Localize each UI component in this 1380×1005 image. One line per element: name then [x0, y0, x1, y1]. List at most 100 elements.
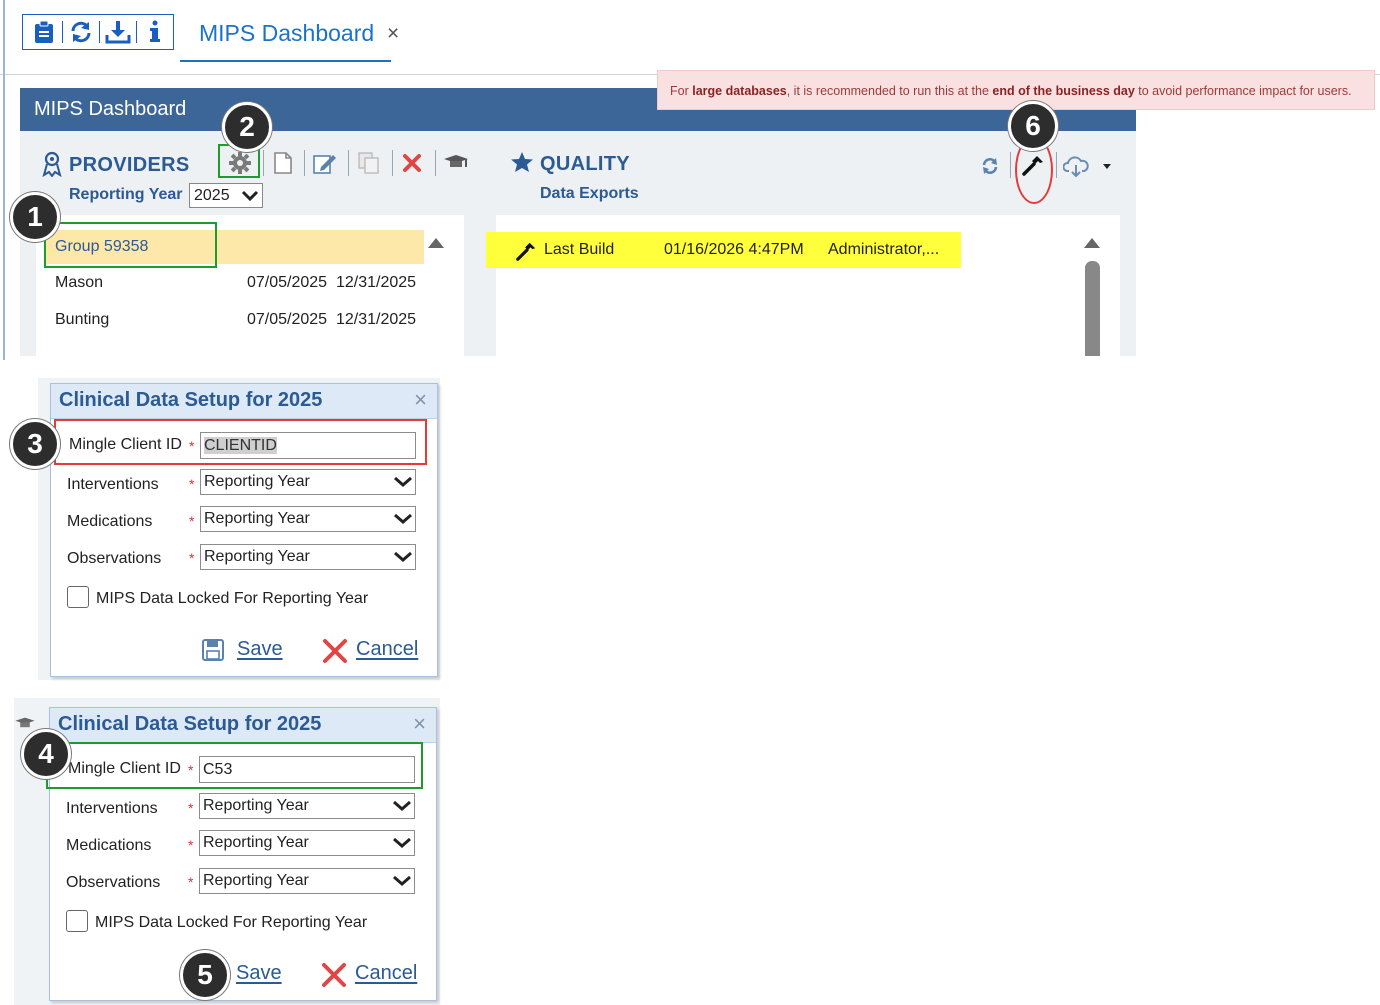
observations-select[interactable]: Reporting Year — [200, 544, 416, 570]
toolbar-separator — [435, 150, 436, 176]
exports-scroll-up[interactable] — [1084, 238, 1100, 248]
close-icon[interactable]: × — [414, 387, 427, 413]
chevron-down-icon — [393, 546, 413, 574]
required-mark: * — [189, 550, 195, 566]
medications-select[interactable]: Reporting Year — [199, 830, 415, 856]
export-row-last-build[interactable]: Last Build 01/16/2026 4:47PM Administrat… — [486, 232, 961, 268]
dropdown-caret[interactable] — [1094, 153, 1120, 179]
chevron-down-icon — [392, 870, 412, 898]
toolbar-separator — [348, 150, 349, 176]
delete-button[interactable] — [399, 150, 425, 176]
dialog-title: Clinical Data Setup for 2025 — [59, 389, 323, 411]
chevron-down-icon — [392, 832, 412, 860]
info-icon[interactable] — [140, 18, 170, 46]
mips-locked-checkbox[interactable] — [66, 910, 88, 932]
cloud-download-button[interactable] — [1063, 153, 1089, 179]
required-mark: * — [189, 476, 195, 492]
mips-locked-label: MIPS Data Locked For Reporting Year — [96, 590, 369, 607]
data-exports-label: Data Exports — [540, 185, 639, 202]
dialog-title: Clinical Data Setup for 2025 — [58, 713, 322, 735]
chevron-down-icon — [241, 185, 259, 212]
cloud-download-icon — [1063, 156, 1089, 178]
reporting-year-label: Reporting Year — [69, 186, 183, 203]
callout-box-client-id-filled — [46, 742, 423, 789]
dashboard-title: MIPS Dashboard — [34, 98, 187, 120]
toolbar-separator — [62, 21, 63, 43]
medications-select[interactable]: Reporting Year — [200, 506, 416, 532]
close-icon[interactable]: × — [413, 711, 426, 737]
chevron-down-icon — [393, 508, 413, 536]
interventions-select[interactable]: Reporting Year — [200, 469, 416, 495]
star-icon — [510, 151, 534, 178]
toolbar-separator — [304, 150, 305, 176]
reporting-year-value: 2025 — [194, 187, 230, 204]
graduation-cap-icon — [444, 155, 468, 167]
required-mark: * — [188, 874, 194, 890]
chevron-down-icon — [392, 795, 412, 823]
dialog-header: Clinical Data Setup for 2025 × — [50, 708, 436, 743]
save-icon — [202, 639, 224, 666]
callout-badge-4: 4 — [21, 729, 71, 779]
callout-badge-5: 5 — [180, 950, 230, 1000]
left-border — [3, 0, 5, 360]
save-button[interactable]: Save — [236, 962, 282, 985]
copy-icon — [358, 152, 379, 174]
mips-locked-label: MIPS Data Locked For Reporting Year — [95, 914, 368, 931]
dialog-header: Clinical Data Setup for 2025 × — [51, 384, 437, 419]
observations-label: Observations — [66, 874, 161, 891]
providers-title: PROVIDERS — [69, 154, 190, 176]
save-button[interactable]: Save — [237, 638, 283, 661]
toolbar-separator — [263, 150, 264, 176]
reporting-year-select[interactable]: 2025 — [189, 183, 263, 208]
required-mark: * — [188, 837, 194, 853]
observations-select[interactable]: Reporting Year — [199, 868, 415, 894]
callout-box-group-row — [44, 222, 217, 268]
clipboard-icon[interactable] — [29, 18, 59, 46]
providers-scroll-up[interactable] — [428, 238, 444, 248]
mips-locked-checkbox[interactable] — [67, 586, 89, 608]
cancel-icon — [321, 962, 347, 993]
new-document-button[interactable] — [270, 150, 296, 176]
sync-icon — [982, 158, 998, 174]
sync-button[interactable] — [977, 153, 1003, 179]
callout-badge-3: 3 — [10, 419, 60, 469]
interventions-select[interactable]: Reporting Year — [199, 793, 415, 819]
graduation-button[interactable] — [443, 150, 469, 176]
toolbar-separator — [99, 21, 100, 43]
caret-down-icon — [1103, 164, 1111, 169]
copy-button[interactable] — [356, 150, 382, 176]
medications-label: Medications — [67, 513, 153, 530]
provider-row[interactable]: Bunting 07/05/2025 12/31/2025 — [44, 303, 424, 337]
toolbar-separator — [136, 21, 137, 43]
download-icon[interactable] — [103, 18, 133, 46]
toolbar-separator — [1010, 152, 1011, 178]
hammer-icon — [514, 240, 538, 276]
required-mark: * — [189, 513, 195, 529]
delete-icon — [403, 154, 421, 172]
callout-badge-1: 1 — [10, 192, 60, 242]
callout-box-client-id-empty — [54, 419, 427, 465]
refresh-icon[interactable] — [66, 18, 96, 46]
cancel-icon — [322, 638, 348, 669]
edit-button[interactable] — [312, 150, 338, 176]
cancel-button[interactable]: Cancel — [356, 638, 418, 661]
tab-mips-dashboard[interactable]: MIPS Dashboard × — [180, 14, 399, 62]
callout-badge-2: 2 — [222, 102, 272, 152]
exports-scrollbar-thumb[interactable] — [1085, 261, 1100, 356]
document-icon — [274, 152, 292, 174]
interventions-label: Interventions — [67, 476, 159, 493]
tab-close-button[interactable]: × — [387, 22, 399, 46]
edit-icon — [313, 155, 336, 174]
cancel-button[interactable]: Cancel — [355, 962, 417, 985]
main-toolbar — [22, 14, 174, 50]
tab-title: MIPS Dashboard — [199, 20, 375, 46]
interventions-label: Interventions — [66, 800, 158, 817]
callout-badge-6: 6 — [1008, 101, 1058, 151]
observations-label: Observations — [67, 550, 162, 567]
performance-notice: For large databases, it is recommended t… — [657, 70, 1375, 110]
medications-label: Medications — [66, 837, 152, 854]
provider-row[interactable]: Mason 07/05/2025 12/31/2025 — [44, 266, 424, 300]
quality-title: QUALITY — [540, 153, 630, 175]
toolbar-separator — [1056, 152, 1057, 178]
toolbar-separator — [392, 150, 393, 176]
